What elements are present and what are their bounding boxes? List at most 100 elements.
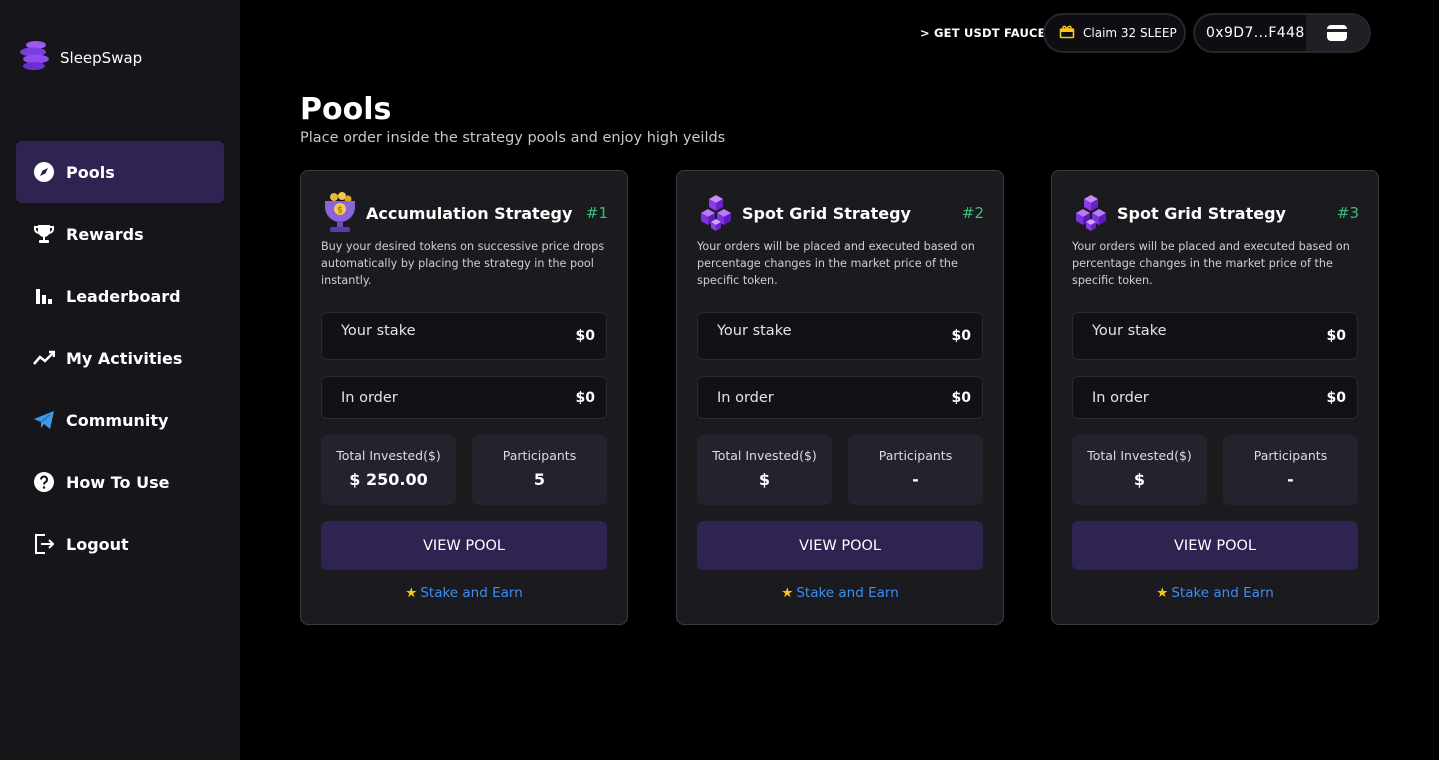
trophy-icon bbox=[33, 223, 55, 245]
in-order-row: In order $0 bbox=[321, 376, 607, 419]
logout-icon bbox=[33, 533, 55, 555]
star-icon: ★ bbox=[781, 585, 794, 601]
trophy-coins-icon: $ bbox=[320, 191, 360, 235]
pool-number: #1 bbox=[585, 204, 608, 222]
sidebar-item-label: Pools bbox=[66, 162, 115, 182]
in-order-label: In order bbox=[341, 389, 398, 406]
participants-label: Participants bbox=[502, 448, 577, 463]
stake-and-earn-label: Stake and Earn bbox=[796, 585, 899, 601]
claim-label: Claim 32 SLEEP bbox=[1083, 26, 1177, 40]
participants-value: 5 bbox=[533, 470, 546, 489]
wallet-address: 0x9D7...F448 bbox=[1206, 25, 1305, 41]
purple-cubes-icon bbox=[1071, 191, 1111, 235]
in-order-row: In order $0 bbox=[697, 376, 983, 419]
stake-and-earn-label: Stake and Earn bbox=[420, 585, 523, 601]
view-pool-button[interactable]: VIEW POOL bbox=[697, 521, 983, 570]
sidebar-item-label: Logout bbox=[66, 534, 129, 554]
page-subtitle: Place order inside the strategy pools an… bbox=[300, 130, 726, 146]
pool-title: Accumulation Strategy bbox=[366, 203, 573, 223]
pool-card: Spot Grid Strategy #2 Your orders will b… bbox=[676, 170, 1004, 625]
star-icon: ★ bbox=[1156, 585, 1169, 601]
sidebar-item-logout[interactable]: Logout bbox=[16, 513, 224, 575]
total-invested-label: Total Invested($) bbox=[336, 448, 441, 463]
pool-card-header: Spot Grid Strategy #3 bbox=[1071, 191, 1359, 235]
telegram-icon bbox=[33, 409, 55, 431]
your-stake-value: $0 bbox=[951, 328, 971, 344]
wallet-button[interactable]: 0x9D7...F448 bbox=[1193, 13, 1371, 53]
pool-card: $ Accumulation Strategy #1 Buy your desi… bbox=[300, 170, 628, 625]
total-invested-label: Total Invested($) bbox=[1087, 448, 1192, 463]
sidebar-item-label: Community bbox=[66, 410, 169, 430]
stake-and-earn-link[interactable]: ★ Stake and Earn bbox=[1052, 585, 1378, 601]
sidebar-item-community[interactable]: Community bbox=[16, 389, 224, 451]
pool-description: Buy your desired tokens on successive pr… bbox=[321, 240, 605, 287]
participants-label: Participants bbox=[1253, 448, 1328, 463]
sidebar-nav: Pools Rewards Leaderboard My Activities … bbox=[16, 141, 224, 575]
page-title: Pools bbox=[300, 92, 392, 127]
trend-line-icon bbox=[33, 347, 55, 369]
gift-icon bbox=[1059, 23, 1075, 43]
your-stake-value: $0 bbox=[1326, 328, 1346, 344]
pool-description: Your orders will be placed and executed … bbox=[1072, 240, 1350, 287]
participants-box: Participants - bbox=[848, 435, 983, 505]
sidebar: SleepSwap Pools Rewards Leaderboard My A… bbox=[0, 0, 240, 760]
your-stake-label: Your stake bbox=[341, 323, 416, 339]
total-invested-box: Total Invested($) $ bbox=[1072, 435, 1207, 505]
compass-icon bbox=[33, 161, 55, 183]
brand-name: SleepSwap bbox=[60, 49, 143, 67]
sidebar-item-label: My Activities bbox=[66, 348, 183, 368]
svg-text:$: $ bbox=[337, 206, 343, 216]
pool-card: Spot Grid Strategy #3 Your orders will b… bbox=[1051, 170, 1379, 625]
participants-box: Participants - bbox=[1223, 435, 1358, 505]
wallet-icon[interactable] bbox=[1305, 15, 1369, 51]
claim-sleep-button[interactable]: Claim 32 SLEEP bbox=[1043, 13, 1186, 53]
participants-value: - bbox=[912, 470, 919, 489]
in-order-label: In order bbox=[1092, 389, 1149, 406]
total-invested-label: Total Invested($) bbox=[712, 448, 817, 463]
total-invested-box: Total Invested($) $ 250.00 bbox=[321, 435, 456, 505]
your-stake-value: $0 bbox=[575, 328, 595, 344]
pool-title: Spot Grid Strategy bbox=[742, 203, 911, 223]
total-invested-value: $ bbox=[758, 470, 771, 489]
stake-and-earn-link[interactable]: ★ Stake and Earn bbox=[301, 585, 627, 601]
sidebar-item-label: Leaderboard bbox=[66, 286, 181, 306]
sleepswap-logo-icon bbox=[18, 38, 52, 78]
total-invested-value: $ bbox=[1133, 470, 1146, 489]
in-order-value: $0 bbox=[575, 389, 595, 406]
sidebar-item-my-activities[interactable]: My Activities bbox=[16, 327, 224, 389]
sidebar-item-leaderboard[interactable]: Leaderboard bbox=[16, 265, 224, 327]
usdt-faucet-link[interactable]: > GET USDT FAUCET bbox=[920, 26, 1054, 40]
sidebar-item-pools[interactable]: Pools bbox=[16, 141, 224, 203]
sidebar-item-label: How To Use bbox=[66, 472, 170, 492]
in-order-value: $0 bbox=[1326, 389, 1346, 406]
in-order-row: In order $0 bbox=[1072, 376, 1358, 419]
pool-card-header: Spot Grid Strategy #2 bbox=[696, 191, 984, 235]
total-invested-box: Total Invested($) $ bbox=[697, 435, 832, 505]
your-stake-row: Your stake $0 bbox=[1072, 312, 1358, 360]
sidebar-item-label: Rewards bbox=[66, 224, 144, 244]
sidebar-item-rewards[interactable]: Rewards bbox=[16, 203, 224, 265]
in-order-label: In order bbox=[717, 389, 774, 406]
pool-title: Spot Grid Strategy bbox=[1117, 203, 1286, 223]
your-stake-row: Your stake $0 bbox=[697, 312, 983, 360]
brand[interactable]: SleepSwap bbox=[18, 38, 142, 78]
view-pool-button[interactable]: VIEW POOL bbox=[321, 521, 607, 570]
sidebar-item-how-to-use[interactable]: How To Use bbox=[16, 451, 224, 513]
your-stake-row: Your stake $0 bbox=[321, 312, 607, 360]
stake-and-earn-link[interactable]: ★ Stake and Earn bbox=[677, 585, 1003, 601]
view-pool-button[interactable]: VIEW POOL bbox=[1072, 521, 1358, 570]
your-stake-label: Your stake bbox=[1092, 323, 1167, 339]
your-stake-label: Your stake bbox=[717, 323, 792, 339]
star-icon: ★ bbox=[405, 585, 418, 601]
pool-number: #2 bbox=[961, 204, 984, 222]
pool-number: #3 bbox=[1336, 204, 1359, 222]
help-circle-icon bbox=[33, 471, 55, 493]
purple-cubes-icon bbox=[696, 191, 736, 235]
participants-label: Participants bbox=[878, 448, 953, 463]
pool-description: Your orders will be placed and executed … bbox=[697, 240, 975, 287]
participants-box: Participants 5 bbox=[472, 435, 607, 505]
total-invested-value: $ 250.00 bbox=[349, 470, 428, 489]
bar-chart-icon bbox=[33, 285, 55, 307]
stake-and-earn-label: Stake and Earn bbox=[1171, 585, 1274, 601]
in-order-value: $0 bbox=[951, 389, 971, 406]
